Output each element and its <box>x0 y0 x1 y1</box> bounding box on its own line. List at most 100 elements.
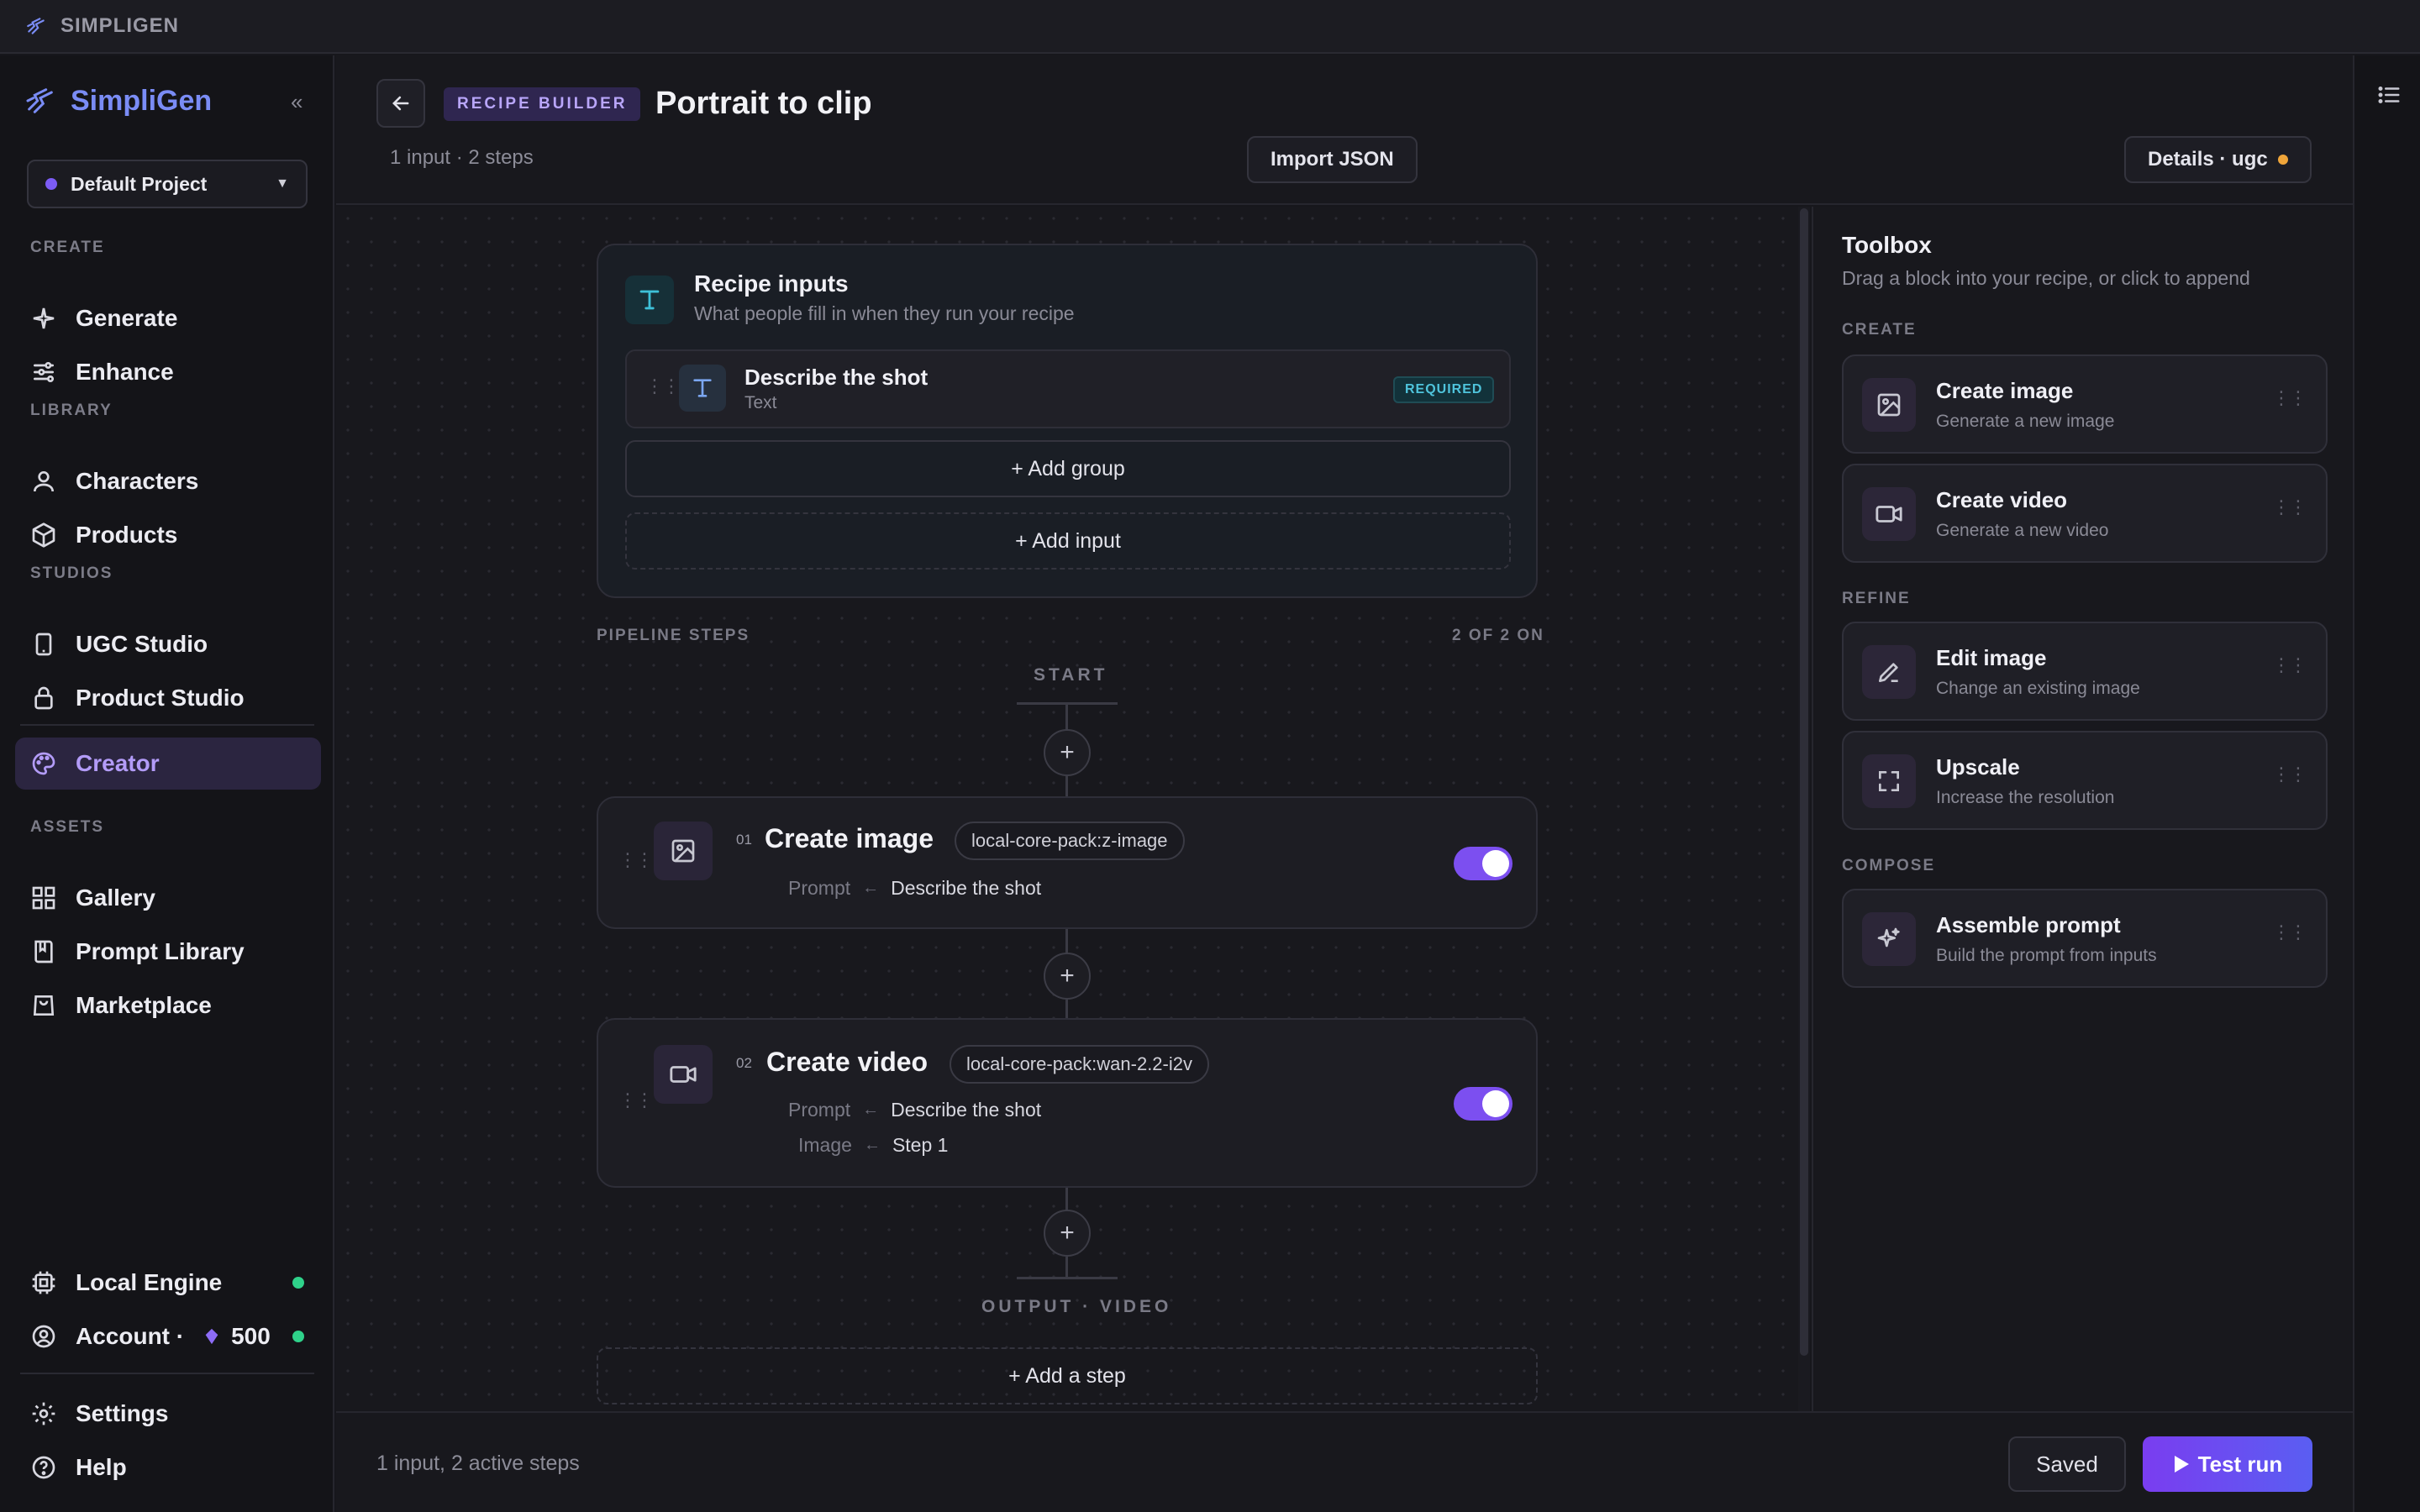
import-json-label: Import JSON <box>1270 148 1394 171</box>
tool-name: Assemble prompt <box>1936 912 2121 937</box>
grid-icon <box>30 885 57 911</box>
play-icon <box>2173 1455 2190 1473</box>
drag-handle-icon[interactable]: ⋮⋮ <box>2272 923 2307 942</box>
sidebar-item-gallery[interactable]: Gallery <box>15 872 321 924</box>
step-number: 02 <box>736 1055 752 1071</box>
input-mapping[interactable]: Image ← Step 1 <box>798 1134 948 1157</box>
toolbox-panel: Toolbox Drag a block into your recipe, o… <box>1812 207 2351 1411</box>
sidebar-item-product-studio[interactable]: Product Studio <box>15 672 321 724</box>
drag-handle-icon[interactable]: ⋮⋮ <box>2272 656 2307 675</box>
drag-handle-icon[interactable]: ⋮⋮ <box>2272 389 2307 407</box>
details-button[interactable]: Details · ugc <box>2124 136 2312 183</box>
saved-button[interactable]: Saved <box>2008 1436 2126 1492</box>
tool-description: Increase the resolution <box>1936 788 2115 807</box>
add-input-button[interactable]: + Add input <box>625 512 1511 570</box>
arrow-left-icon: ← <box>862 1100 880 1119</box>
input-mapping[interactable]: Prompt ← Describe the shot <box>788 877 1041 900</box>
pipeline-steps-label: PIPELINE STEPS <box>597 627 750 644</box>
input-mapping[interactable]: Prompt ← Describe the shot <box>788 1099 1041 1121</box>
account-status-dot <box>292 1331 304 1342</box>
back-button[interactable] <box>376 79 425 128</box>
sidebar-item-label: Generate <box>76 305 178 331</box>
sidebar-item-marketplace[interactable]: Marketplace <box>15 979 321 1032</box>
toolbox-subtitle: Drag a block into your recipe, or click … <box>1842 267 2250 289</box>
mapping-key: Prompt <box>788 1099 851 1121</box>
gem-icon <box>203 1327 221 1346</box>
engine-status-dot <box>292 1277 304 1289</box>
output-connector <box>1017 1277 1118 1279</box>
drag-handle-icon[interactable]: ⋮⋮ <box>645 377 681 396</box>
tool-upscale[interactable]: Upscale Increase the resolution ⋮⋮ <box>1842 731 2328 830</box>
section-assets: ASSETS <box>30 818 105 836</box>
video-icon <box>1862 487 1916 541</box>
add-step-button[interactable]: + Add a step <box>597 1347 1538 1404</box>
toolbox-section-create: CREATE <box>1842 321 1917 339</box>
sidebar-item-products[interactable]: Products <box>15 509 321 561</box>
drag-handle-icon[interactable]: ⋮⋮ <box>618 851 654 869</box>
recipe-summary: 1 input · 2 steps <box>390 146 534 169</box>
scrollbar-thumb[interactable] <box>1800 208 1808 1356</box>
sidebar-item-label: Product Studio <box>76 685 245 711</box>
sidebar-item-label: Products <box>76 522 178 548</box>
page-header: RECIPE BUILDER Portrait to clip 1 input … <box>336 55 2353 205</box>
canvas-scrollbar[interactable] <box>1798 207 1810 1411</box>
project-selector[interactable]: Default Project ▼ <box>27 160 308 208</box>
sidebar-item-enhance[interactable]: Enhance <box>15 346 321 398</box>
sidebar-item-label: Settings <box>76 1400 169 1426</box>
sidebar-item-characters[interactable]: Characters <box>15 455 321 507</box>
model-pill[interactable]: local-core-pack:z-image <box>955 822 1185 860</box>
connector-line <box>1065 702 1068 731</box>
connector-line <box>1065 1188 1068 1211</box>
import-json-button[interactable]: Import JSON <box>1247 136 1418 183</box>
sidebar-item-help[interactable]: Help <box>15 1441 321 1494</box>
sidebar-item-creator[interactable]: Creator <box>15 738 321 790</box>
sidebar-item-local-engine[interactable]: Local Engine <box>15 1257 321 1309</box>
recipe-canvas: Recipe inputs What people fill in when t… <box>336 207 1798 1411</box>
step-card-create-image[interactable]: ⋮⋮ 01 Create image local-core-pack:z-ima… <box>597 796 1538 929</box>
sidebar-item-prompt-library[interactable]: Prompt Library <box>15 926 321 978</box>
arrow-left-icon: ← <box>862 879 880 897</box>
chevron-down-icon: ▼ <box>276 176 289 191</box>
phone-icon <box>30 631 57 658</box>
user-icon <box>30 468 57 495</box>
test-run-button[interactable]: Test run <box>2143 1436 2312 1492</box>
sidebar-item-account[interactable]: Account · 500 <box>15 1310 321 1362</box>
pencil-icon <box>1862 645 1916 699</box>
insert-step-button[interactable]: + <box>1044 953 1091 1000</box>
collapse-sidebar-icon[interactable]: « <box>291 89 302 115</box>
footer-summary: 1 input, 2 active steps <box>376 1452 580 1475</box>
connector-line <box>1065 1257 1068 1278</box>
brand-name: SimpliGen <box>71 84 213 117</box>
box-icon <box>30 522 57 549</box>
sparkles-icon <box>1862 912 1916 966</box>
drag-handle-icon[interactable]: ⋮⋮ <box>2272 765 2307 784</box>
add-group-button[interactable]: + Add group <box>625 440 1511 497</box>
drag-handle-icon[interactable]: ⋮⋮ <box>618 1091 654 1110</box>
brand[interactable]: SimpliGen <box>24 84 212 118</box>
tool-create-video[interactable]: Create video Generate a new video ⋮⋮ <box>1842 464 2328 563</box>
list-icon[interactable] <box>2376 82 2402 108</box>
insert-step-button[interactable]: + <box>1044 1210 1091 1257</box>
expand-icon <box>1862 754 1916 808</box>
step-number: 01 <box>736 832 752 848</box>
tool-edit-image[interactable]: Edit image Change an existing image ⋮⋮ <box>1842 622 2328 721</box>
tool-create-image[interactable]: Create image Generate a new image ⋮⋮ <box>1842 354 2328 454</box>
palette-icon <box>30 750 57 777</box>
insert-step-button[interactable]: + <box>1044 729 1091 776</box>
tool-name: Edit image <box>1936 645 2047 670</box>
window-title: SIMPLIGEN <box>60 14 180 37</box>
sidebar-item-generate[interactable]: Generate <box>15 292 321 344</box>
drag-handle-icon[interactable]: ⋮⋮ <box>2272 498 2307 517</box>
footer-bar: 1 input, 2 active steps Saved Test run <box>336 1411 2353 1512</box>
toolbox-title: Toolbox <box>1842 232 1932 258</box>
book-icon <box>30 938 57 965</box>
step-enabled-toggle[interactable] <box>1454 847 1512 880</box>
sidebar-item-settings[interactable]: Settings <box>15 1388 321 1440</box>
model-pill[interactable]: local-core-pack:wan-2.2-i2v <box>950 1045 1209 1084</box>
sidebar-item-ugc-studio[interactable]: UGC Studio <box>15 618 321 670</box>
step-card-create-video[interactable]: ⋮⋮ 02 Create video local-core-pack:wan-2… <box>597 1018 1538 1188</box>
input-row[interactable]: ⋮⋮ Describe the shot Text REQUIRED <box>625 349 1511 428</box>
page-title[interactable]: Portrait to clip <box>655 86 872 122</box>
tool-assemble-prompt[interactable]: Assemble prompt Build the prompt from in… <box>1842 889 2328 988</box>
step-enabled-toggle[interactable] <box>1454 1087 1512 1121</box>
